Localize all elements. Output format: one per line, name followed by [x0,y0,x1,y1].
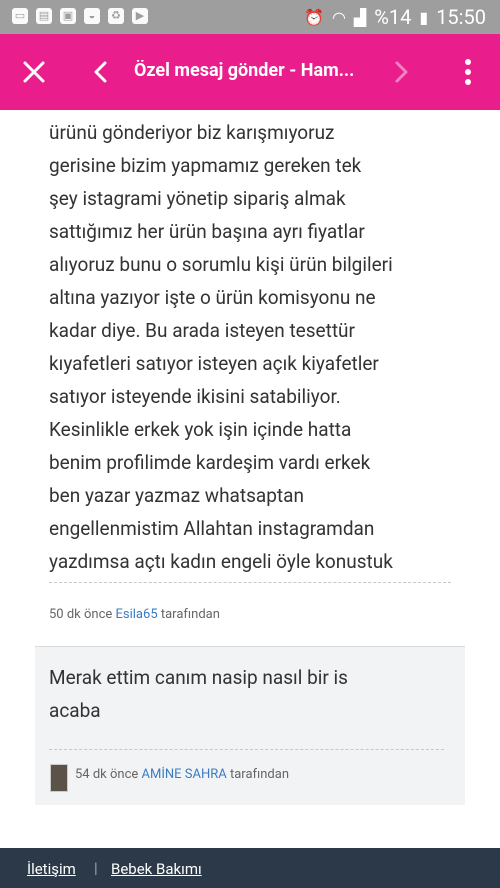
reply-line: acaba [49,699,101,722]
message-line: kadar diye. Bu arada isteyen tesettür [49,319,355,342]
contact-link[interactable]: İletişim [27,860,76,878]
message-line: ürünü gönderiyor biz karışmıyoruz [49,121,335,144]
message-body: ürünü gönderiyor biz karışmıyoruz gerisi… [49,116,459,578]
footer-separator: | [94,859,98,877]
post-time: 50 dk önce [49,607,113,622]
cast-icon: ▭ [12,8,28,24]
message-line: engellenmistim Allahtan instagramdan [49,517,375,540]
footer: İletişim | Bebek Bakımı [0,848,500,888]
page-title: Özel mesaj gönder - Ham... [134,60,355,81]
post-meta: 50 dk önce Esila65 tarafından [49,607,220,622]
alarm-icon: ⏰ [304,7,324,27]
clock: 15:50 [436,5,486,29]
baby-care-link[interactable]: Bebek Bakımı [111,860,202,878]
sim-icon: ▤ [36,8,52,24]
divider [49,749,444,750]
message-line: alıyoruz bunu o sorumlu kişi ürün bilgil… [49,253,393,276]
close-icon[interactable] [20,58,48,86]
more-options-icon[interactable] [458,56,478,88]
wifi-icon: ◠ [331,7,346,27]
incognito-icon: ◒ [84,8,100,24]
signal-icon: ▟ [353,7,367,27]
message-line: kıyafetleri satıyor isteyen açık kiyafet… [49,352,379,375]
message-line: satıyor isteyende ikisini satabiliyor. [49,385,341,408]
author-link[interactable]: Esila65 [116,607,158,622]
battery-icon: ▮ [419,7,429,27]
message-line: gerisine bizim yapmamız gereken tek [49,154,362,177]
avatar[interactable] [50,764,68,792]
message-line: benim profilimde kardeşim vardı erkek [49,451,371,474]
message-line: yazdımsa açtı kadın engeli öyle konustuk [49,550,393,573]
divider [49,582,451,583]
message-line: ben yazar yazmaz whatsaptan [49,484,304,507]
system-icons: ⏰ ◠ ▟ %14 ▮ 15:50 [304,5,486,29]
message-line: sattığımız her ürün başına ayrı fiyatlar [49,220,365,243]
message-line: şey istagrami yönetip sipariş almak [49,187,346,210]
battery-percent: %14 [374,5,412,29]
post-meta-suffix: tarafından [229,767,290,782]
post-meta-suffix: tarafından [160,607,220,622]
post-time: 54 dk önce [75,767,139,782]
reply-line: Merak ettim canım nasip nasıl bir is [49,666,348,689]
message-line: Kesinlikle erkek yok işin içinde hatta [49,418,352,441]
forward-icon[interactable] [390,58,412,86]
reply-card: Merak ettim canım nasip nasıl bir is aca… [35,646,465,805]
reply-body: Merak ettim canım nasip nasıl bir is aca… [49,661,444,727]
status-bar: ▭ ▤ ▣ ◒ ♻ ▶ ⏰ ◠ ▟ %14 ▮ 15:50 [0,0,500,34]
notification-icons: ▭ ▤ ▣ ◒ ♻ ▶ [12,8,148,24]
message-line: altına yazıyor işte o ürün komisyonu ne [49,286,376,309]
image-icon: ▣ [60,8,76,24]
youtube-icon: ▶ [132,8,148,24]
post-meta: 54 dk önce AMİNE SAHRA tarafından [75,767,289,782]
recycle-icon: ♻ [108,8,124,24]
author-link[interactable]: AMİNE SAHRA [142,767,227,782]
back-icon[interactable] [90,58,112,86]
app-bar: Özel mesaj gönder - Ham... [0,34,500,110]
